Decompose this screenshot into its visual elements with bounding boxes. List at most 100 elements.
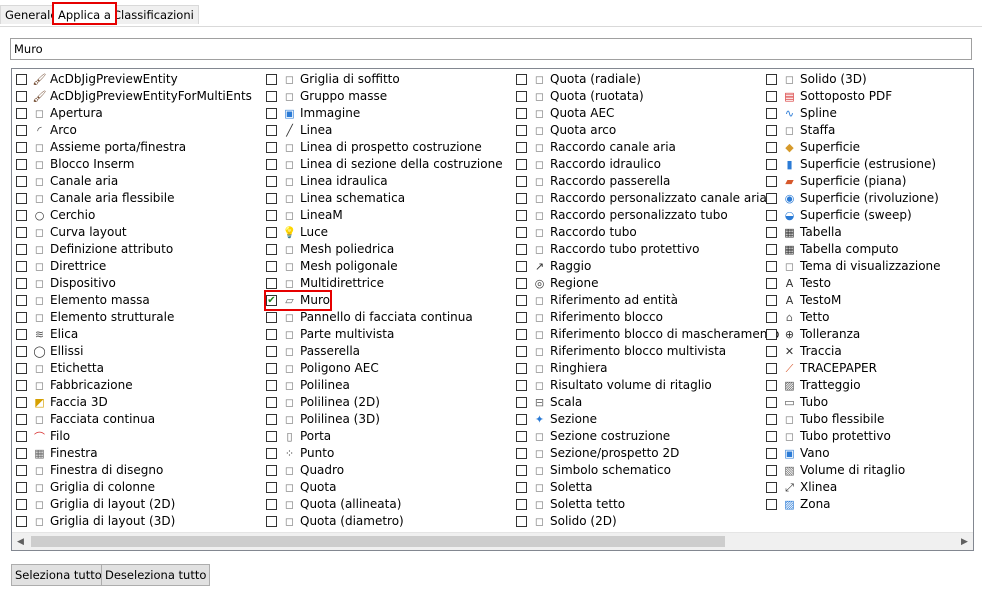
- list-item[interactable]: ◻ Raccordo personalizzato canale aria: [516, 190, 767, 207]
- list-item[interactable]: ◻ Solido (2D): [516, 513, 617, 530]
- checkbox[interactable]: [16, 380, 27, 391]
- checkbox[interactable]: [766, 278, 777, 289]
- list-item[interactable]: ◻ Apertura: [16, 105, 103, 122]
- checkbox[interactable]: [766, 346, 777, 357]
- list-item[interactable]: ◻ Passerella: [266, 343, 360, 360]
- list-item[interactable]: ◻ Elemento massa: [16, 292, 150, 309]
- list-item[interactable]: ▣ Immagine: [266, 105, 360, 122]
- checkbox[interactable]: [266, 380, 277, 391]
- list-item[interactable]: ◻ Quota (radiale): [516, 71, 641, 88]
- checkbox[interactable]: [516, 108, 527, 119]
- checkbox[interactable]: [766, 261, 777, 272]
- checkbox[interactable]: [516, 448, 527, 459]
- checkbox[interactable]: [266, 210, 277, 221]
- list-item[interactable]: ⌒ Filo: [16, 428, 70, 445]
- checkbox[interactable]: [16, 91, 27, 102]
- list-item[interactable]: ⁘ Punto: [266, 445, 334, 462]
- checkbox[interactable]: [266, 227, 277, 238]
- checkbox[interactable]: [516, 482, 527, 493]
- checkbox[interactable]: [516, 176, 527, 187]
- list-item[interactable]: ∿ Spline: [766, 105, 837, 122]
- checkbox[interactable]: [266, 363, 277, 374]
- list-item[interactable]: 🖌 AcDbJigPreviewEntity: [16, 71, 178, 88]
- list-item[interactable]: ◻ Quota: [266, 479, 336, 496]
- checkbox[interactable]: [516, 499, 527, 510]
- list-item[interactable]: ◻ Assieme porta/finestra: [16, 139, 186, 156]
- list-item[interactable]: ◻ Polilinea (3D): [266, 411, 380, 428]
- list-item[interactable]: ◻ Multidirettrice: [266, 275, 384, 292]
- list-item[interactable]: ⌂ Tetto: [766, 309, 829, 326]
- checkbox[interactable]: [516, 431, 527, 442]
- list-item[interactable]: ◻ Riferimento ad entità: [516, 292, 678, 309]
- list-item[interactable]: ◻ Simbolo schematico: [516, 462, 671, 479]
- list-item[interactable]: ◻ Griglia di layout (3D): [16, 513, 175, 530]
- list-item[interactable]: ◻ Quota (ruotata): [516, 88, 644, 105]
- list-item[interactable]: ◻ Riferimento blocco multivista: [516, 343, 726, 360]
- checkbox[interactable]: [266, 74, 277, 85]
- list-item[interactable]: ◻ Sezione/prospetto 2D: [516, 445, 679, 462]
- list-item[interactable]: ◻ Raccordo personalizzato tubo: [516, 207, 728, 224]
- list-item[interactable]: ▦ Finestra: [16, 445, 98, 462]
- list-item[interactable]: ◻ Dispositivo: [16, 275, 116, 292]
- checkbox[interactable]: [266, 312, 277, 323]
- checkbox[interactable]: [766, 380, 777, 391]
- list-item[interactable]: ◻ Quota AEC: [516, 105, 614, 122]
- list-item[interactable]: ◻ Blocco Inserm: [16, 156, 134, 173]
- list-item[interactable]: ◒ Superficie (sweep): [766, 207, 912, 224]
- list-item[interactable]: ◻ Poligono AEC: [266, 360, 379, 377]
- list-item[interactable]: ◻ Linea schematica: [266, 190, 405, 207]
- list-item[interactable]: ▦ Tabella computo: [766, 241, 898, 258]
- list-item[interactable]: A TestoM: [766, 292, 841, 309]
- list-item[interactable]: A Testo: [766, 275, 831, 292]
- checkbox[interactable]: [266, 414, 277, 425]
- checkbox[interactable]: [766, 210, 777, 221]
- checkbox[interactable]: [16, 516, 27, 527]
- list-item[interactable]: ◻ Tubo flessibile: [766, 411, 884, 428]
- list-item[interactable]: ▦ Tabella: [766, 224, 842, 241]
- list-item[interactable]: ◻ Pannello di facciata continua: [266, 309, 473, 326]
- list-item[interactable]: ◻ Risultato volume di ritaglio: [516, 377, 712, 394]
- checkbox[interactable]: [766, 431, 777, 442]
- list-item[interactable]: ◻ Soletta: [516, 479, 592, 496]
- checkbox[interactable]: [766, 74, 777, 85]
- checkbox[interactable]: [516, 261, 527, 272]
- list-item[interactable]: ✕ Traccia: [766, 343, 842, 360]
- list-item[interactable]: ◻ Griglia di colonne: [16, 479, 155, 496]
- checkbox[interactable]: [766, 159, 777, 170]
- list-item[interactable]: ▨ Tratteggio: [766, 377, 861, 394]
- checkbox[interactable]: [766, 482, 777, 493]
- checkbox[interactable]: [16, 125, 27, 136]
- checkbox[interactable]: [516, 227, 527, 238]
- checkbox[interactable]: [16, 261, 27, 272]
- list-item[interactable]: ◻ Etichetta: [16, 360, 104, 377]
- checkbox[interactable]: [516, 329, 527, 340]
- checkbox[interactable]: [766, 329, 777, 340]
- list-item[interactable]: ◻ Polilinea (2D): [266, 394, 380, 411]
- list-item[interactable]: ◻ Soletta tetto: [516, 496, 625, 513]
- list-item[interactable]: ◻ Tubo protettivo: [766, 428, 891, 445]
- list-item[interactable]: ◉ Superficie (rivoluzione): [766, 190, 939, 207]
- checkbox[interactable]: [766, 448, 777, 459]
- checkbox[interactable]: [266, 499, 277, 510]
- list-item[interactable]: ◻ Quota (diametro): [266, 513, 404, 530]
- checkbox[interactable]: [516, 193, 527, 204]
- checkbox[interactable]: [266, 176, 277, 187]
- checkbox[interactable]: [766, 142, 777, 153]
- checkbox[interactable]: [16, 346, 27, 357]
- checkbox[interactable]: [516, 278, 527, 289]
- list-item[interactable]: ◻ Facciata continua: [16, 411, 155, 428]
- checkbox[interactable]: [516, 363, 527, 374]
- checkbox[interactable]: [16, 448, 27, 459]
- checkbox[interactable]: [766, 312, 777, 323]
- checkbox[interactable]: [266, 516, 277, 527]
- list-item[interactable]: ◻ Fabbricazione: [16, 377, 133, 394]
- object-type-list[interactable]: 🖌 AcDbJigPreviewEntity 🖌 AcDbJigPreviewEnti…: [11, 68, 974, 551]
- list-item[interactable]: ◻ Finestra di disegno: [16, 462, 163, 479]
- list-item[interactable]: ◻ Gruppo masse: [266, 88, 387, 105]
- checkbox[interactable]: [266, 448, 277, 459]
- checkbox[interactable]: [516, 210, 527, 221]
- list-item[interactable]: ◯ Ellissi: [16, 343, 83, 360]
- checkbox[interactable]: [16, 176, 27, 187]
- checkbox[interactable]: [16, 193, 27, 204]
- checkbox[interactable]: [16, 210, 27, 221]
